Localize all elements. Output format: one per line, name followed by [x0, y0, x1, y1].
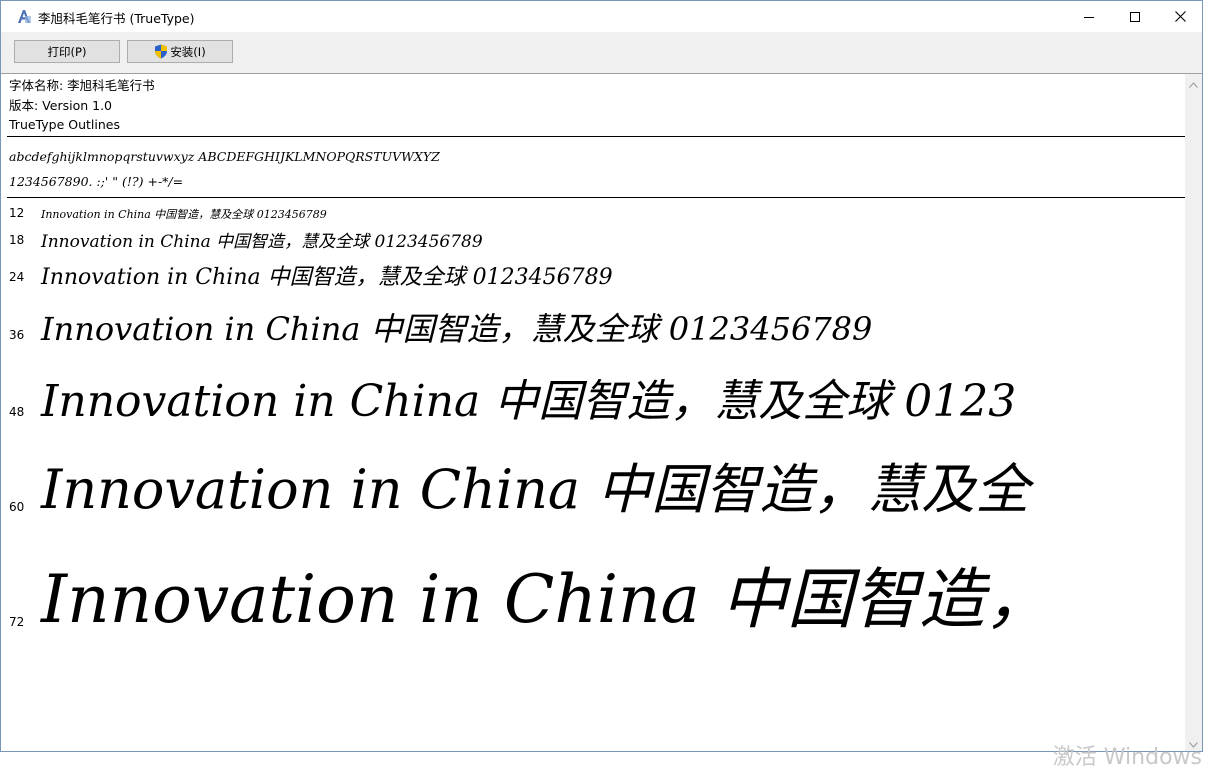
sample-text: Innovation in China 中国智造，慧及全	[41, 458, 1030, 521]
install-button[interactable]: 安装(I)	[127, 40, 233, 63]
charset-digits-symbols: 1234567890. :;' " (!?) +-*/=	[9, 174, 184, 189]
maximize-button[interactable]	[1112, 1, 1158, 32]
size-label: 36	[9, 328, 25, 342]
title-bar[interactable]: 李旭科毛笔行书 (TrueType)	[1, 1, 1202, 32]
sample-text: Innovation in China 中国智造，慧及全球 0123	[41, 376, 1017, 427]
print-button-label: 打印(P)	[47, 44, 87, 59]
chevron-up-icon	[1189, 73, 1198, 92]
scroll-up-button[interactable]	[1185, 74, 1202, 91]
size-label: 18	[9, 233, 25, 247]
font-name-line: 字体名称: 李旭科毛笔行书	[9, 78, 155, 93]
divider	[7, 136, 1187, 137]
activation-watermark: 激活 Windows	[1052, 745, 1202, 770]
shield-icon	[154, 44, 168, 59]
window-title: 李旭科毛笔行书 (TrueType)	[38, 11, 195, 26]
size-label: 60	[9, 500, 25, 514]
font-viewer-window: 李旭科毛笔行书 (TrueType) 打印(P) 安装(I) 字体名称: 李旭科…	[0, 0, 1203, 752]
size-label: 48	[9, 405, 25, 419]
print-button[interactable]: 打印(P)	[14, 40, 120, 63]
minimize-button[interactable]	[1066, 1, 1112, 32]
size-label: 72	[9, 615, 25, 629]
font-preview-area: 字体名称: 李旭科毛笔行书 版本: Version 1.0 TrueType O…	[7, 74, 1187, 751]
close-icon	[1174, 11, 1186, 22]
sample-text: Innovation in China 中国智造，	[41, 561, 1051, 638]
divider	[7, 197, 1187, 198]
size-label: 12	[9, 206, 25, 220]
sample-text: Innovation in China 中国智造，慧及全球 0123456789	[41, 208, 327, 221]
minimize-icon	[1084, 12, 1094, 22]
sample-text: Innovation in China 中国智造，慧及全球 0123456789	[41, 310, 873, 348]
close-button[interactable]	[1157, 1, 1203, 32]
toolbar: 打印(P) 安装(I)	[1, 32, 1202, 74]
font-outline-line: TrueType Outlines	[9, 117, 120, 132]
sample-text: Innovation in China 中国智造，慧及全球 0123456789	[41, 232, 483, 252]
charset-letters: abcdefghijklmnopqrstuvwxyz ABCDEFGHIJKLM…	[9, 149, 440, 164]
font-info: 字体名称: 李旭科毛笔行书 版本: Version 1.0 TrueType O…	[9, 76, 155, 135]
font-version-line: 版本: Version 1.0	[9, 97, 113, 113]
size-label: 24	[9, 270, 25, 284]
vertical-scrollbar[interactable]	[1185, 74, 1202, 751]
install-button-label: 安装(I)	[170, 44, 206, 59]
font-app-icon	[16, 8, 32, 24]
maximize-icon	[1130, 11, 1140, 22]
sample-text: Innovation in China 中国智造，慧及全球 0123456789	[41, 265, 613, 290]
